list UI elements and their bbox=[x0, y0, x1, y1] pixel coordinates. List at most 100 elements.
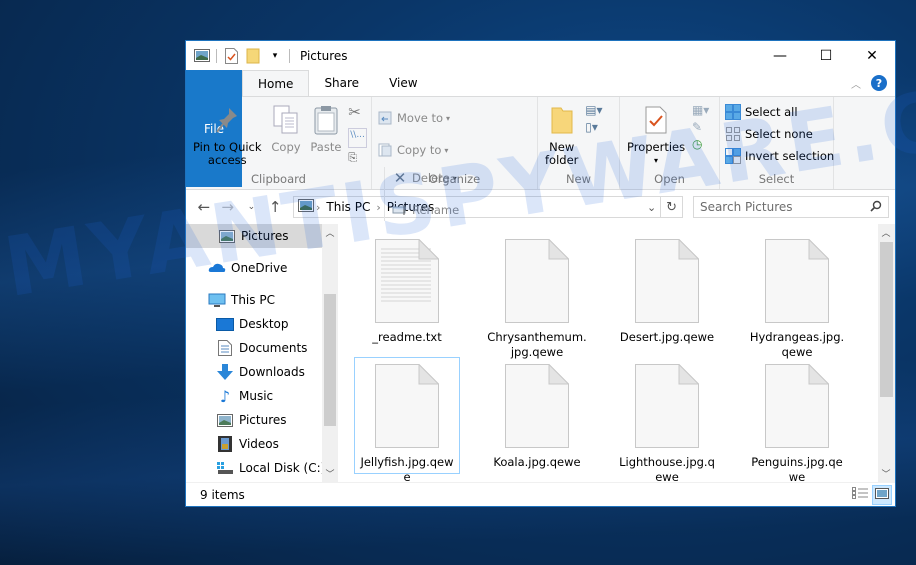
paste-shortcut-icon[interactable]: ⎘ bbox=[348, 151, 367, 171]
search-input[interactable]: Search Pictures bbox=[692, 196, 890, 218]
blank-file-icon bbox=[635, 363, 700, 451]
history-icon[interactable]: ◷ bbox=[692, 137, 709, 151]
back-button[interactable]: ← bbox=[192, 198, 216, 216]
properties-icon[interactable] bbox=[223, 47, 239, 64]
select-none-button[interactable]: Select none bbox=[724, 123, 834, 145]
file-item[interactable]: Hydrangeas.jpg.qewe bbox=[744, 232, 850, 359]
blank-file-icon bbox=[765, 238, 830, 326]
search-icon[interactable] bbox=[870, 200, 882, 215]
local-disk-icon bbox=[216, 460, 234, 476]
properties-button[interactable]: Properties ▾ bbox=[624, 101, 688, 169]
pin-icon bbox=[215, 106, 239, 137]
music-icon: ♪ bbox=[219, 386, 231, 406]
sidebar-item-pictures[interactable]: Pictures bbox=[186, 408, 338, 432]
content-scroll-thumb[interactable] bbox=[880, 242, 893, 397]
sidebar-item-onedrive[interactable]: OneDrive bbox=[186, 256, 338, 280]
file-name: Hydrangeas.jpg.qewe bbox=[749, 330, 845, 359]
maximize-button[interactable]: ☐ bbox=[803, 41, 849, 70]
copy-to-button[interactable]: Copy to ▾ bbox=[376, 139, 450, 161]
status-bar: 9 items bbox=[186, 482, 895, 506]
properties-icon bbox=[645, 106, 667, 137]
new-folder-icon[interactable] bbox=[245, 48, 261, 64]
rename-button[interactable]: Rename bbox=[391, 199, 459, 221]
customize-dropdown-icon[interactable]: ▾ bbox=[267, 48, 283, 64]
file-item[interactable]: Jellyfish.jpg.qewe bbox=[354, 357, 460, 484]
file-item[interactable]: Penguins.jpg.qewe bbox=[744, 357, 850, 484]
sidebar-item-music[interactable]: ♪ Music bbox=[186, 384, 338, 408]
cut-icon[interactable]: ✂ bbox=[348, 103, 367, 125]
sidebar-scroll-thumb[interactable] bbox=[324, 294, 336, 426]
address-bar[interactable]: › This PC › Pictures ⌄ bbox=[293, 196, 662, 218]
pictures-icon bbox=[216, 412, 234, 428]
tab-view[interactable]: View bbox=[374, 70, 432, 96]
rename-icon bbox=[391, 202, 409, 218]
sidebar-item-videos[interactable]: Videos bbox=[186, 432, 338, 456]
refresh-button[interactable]: ↻ bbox=[661, 196, 683, 218]
pin-to-quick-access-button[interactable]: Pin to Quick access bbox=[190, 101, 265, 169]
breadcrumb-this-pc[interactable]: This PC bbox=[326, 200, 370, 214]
collapse-ribbon-icon[interactable]: ︿ bbox=[851, 76, 861, 91]
move-to-button[interactable]: Move to ▾ bbox=[376, 107, 450, 129]
file-explorer-window: ▾ Pictures — ☐ ✕ File Home Share View ︿ … bbox=[185, 40, 896, 507]
tab-home[interactable]: Home bbox=[242, 70, 310, 96]
file-name: _readme.txt bbox=[372, 330, 442, 344]
copy-button[interactable]: Copy bbox=[268, 101, 303, 156]
large-icons-view-button[interactable] bbox=[872, 484, 892, 505]
ribbon-tabs: File Home Share View ︿ ? bbox=[186, 70, 895, 187]
sidebar-item-this-pc[interactable]: This PC bbox=[186, 288, 338, 312]
blank-file-icon bbox=[505, 238, 570, 326]
desktop-icon bbox=[216, 316, 234, 332]
select-all-icon bbox=[724, 104, 742, 120]
invert-selection-button[interactable]: Invert selection bbox=[724, 145, 834, 167]
sidebar-scrollbar[interactable]: ︿ ﹀ bbox=[322, 224, 338, 482]
sidebar-item-pictures-quick[interactable]: Pictures bbox=[186, 224, 338, 248]
file-item[interactable]: _readme.txt bbox=[354, 232, 460, 349]
new-folder-button[interactable]: New folder bbox=[542, 101, 581, 169]
ribbon: Pin to Quick access Copy Paste ✂ \\... ⎘ bbox=[186, 96, 895, 221]
large-icons-view-icon bbox=[875, 487, 889, 502]
close-button[interactable]: ✕ bbox=[849, 41, 895, 70]
help-icon[interactable]: ? bbox=[871, 75, 887, 91]
file-list: _readme.txt Chrysanthemum.jpg.qewe Deser… bbox=[338, 224, 895, 484]
content-scrollbar[interactable]: ︿ ﹀ bbox=[878, 224, 895, 482]
copy-path-icon[interactable]: \\... bbox=[348, 128, 367, 148]
up-button[interactable]: ↑ bbox=[263, 198, 287, 216]
navigation-bar: ← → ⌄ ↑ › This PC › Pictures ⌄ ↻ Search … bbox=[186, 190, 895, 224]
pictures-folder-icon[interactable] bbox=[194, 48, 210, 64]
recent-locations-button[interactable]: ⌄ bbox=[240, 202, 264, 212]
scroll-down-arrow[interactable]: ﹀ bbox=[878, 467, 894, 480]
sidebar-item-downloads[interactable]: Downloads bbox=[186, 360, 338, 384]
file-name: Lighthouse.jpg.qewe bbox=[619, 455, 715, 484]
sidebar-item-desktop[interactable]: Desktop bbox=[186, 312, 338, 336]
scroll-up-arrow[interactable]: ︿ bbox=[878, 226, 894, 239]
sidebar-item-documents[interactable]: Documents bbox=[186, 336, 338, 360]
downloads-icon bbox=[216, 363, 234, 380]
new-group: New folder ▤▾ ▯▾ New bbox=[538, 97, 620, 189]
details-view-button[interactable] bbox=[850, 485, 870, 505]
invert-selection-icon bbox=[724, 148, 742, 164]
minimize-button[interactable]: — bbox=[757, 41, 803, 70]
sidebar-item-local-disk[interactable]: Local Disk (C:) bbox=[186, 456, 338, 480]
file-item[interactable]: Desert.jpg.qewe bbox=[614, 232, 720, 349]
select-all-button[interactable]: Select all bbox=[724, 101, 834, 123]
blank-file-icon bbox=[375, 363, 440, 451]
folder-icon bbox=[551, 106, 573, 137]
forward-button[interactable]: → bbox=[216, 198, 240, 216]
title-bar: ▾ Pictures — ☐ ✕ bbox=[186, 41, 895, 70]
scroll-down-arrow[interactable]: ﹀ bbox=[322, 467, 338, 480]
new-item-icon[interactable]: ▤▾ bbox=[585, 103, 602, 117]
file-item[interactable]: Koala.jpg.qewe bbox=[484, 357, 590, 474]
tab-share[interactable]: Share bbox=[309, 70, 374, 96]
file-item[interactable]: Chrysanthemum.jpg.qewe bbox=[484, 232, 590, 359]
file-name: Desert.jpg.qewe bbox=[619, 330, 715, 344]
easy-access-icon[interactable]: ▯▾ bbox=[585, 120, 602, 134]
paste-icon bbox=[314, 105, 338, 138]
edit-icon[interactable]: ✎ bbox=[692, 120, 709, 134]
open-icon[interactable]: ▦▾ bbox=[692, 103, 709, 117]
scroll-up-arrow[interactable]: ︿ bbox=[322, 226, 338, 239]
paste-button[interactable]: Paste bbox=[307, 101, 344, 156]
address-dropdown-icon[interactable]: ⌄ bbox=[647, 201, 656, 214]
blank-file-icon bbox=[765, 363, 830, 451]
file-item[interactable]: Lighthouse.jpg.qewe bbox=[614, 357, 720, 484]
breadcrumb-separator: › bbox=[316, 200, 321, 214]
